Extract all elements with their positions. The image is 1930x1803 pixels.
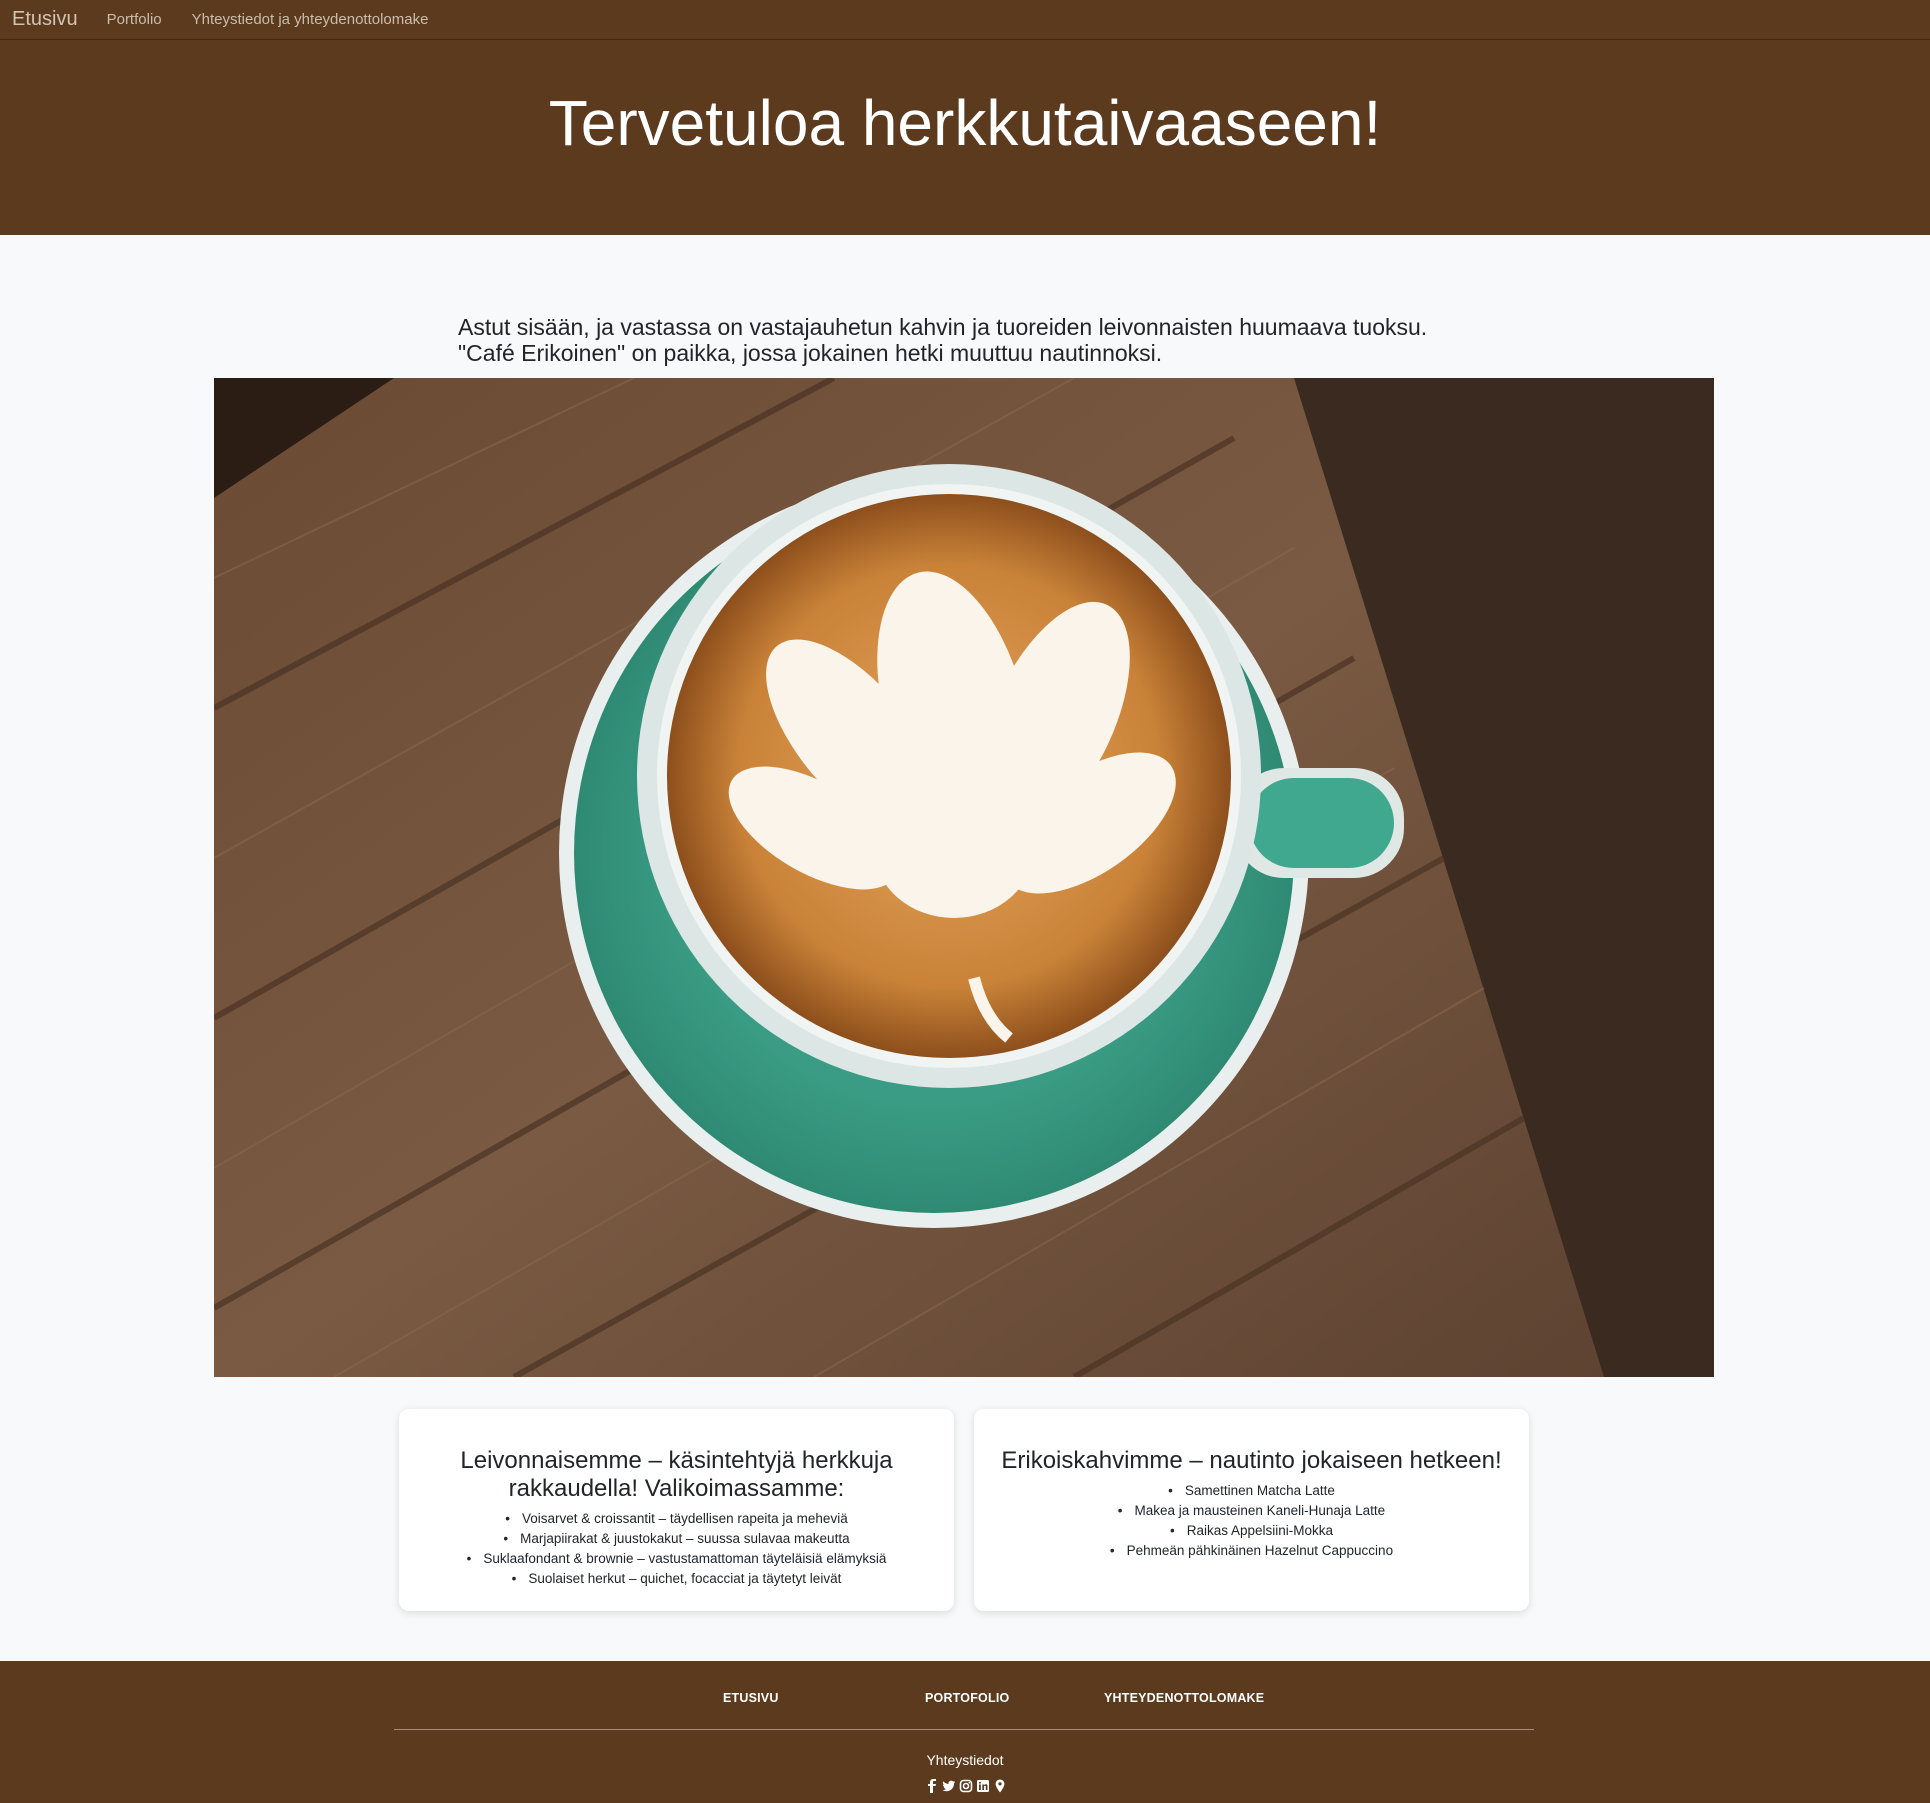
footer-contact-heading: Yhteystiedot (926, 1752, 1004, 1768)
footer-link-yhteydenottolomake[interactable]: YHTEYDENOTTOLOMAKE (1104, 1691, 1264, 1705)
footer-nav: ETUSIVU PORTOFOLIO YHTEYDENOTTOLOMAKE (0, 1691, 1930, 1711)
list-item: Raikas Appelsiini-Mokka (974, 1521, 1529, 1541)
pastries-card: Leivonnaisemme – käsintehtyjä herkkuja r… (399, 1409, 954, 1611)
list-item: Suolaiset herkut – quichet, focacciat ja… (399, 1569, 954, 1589)
nav-link-contact[interactable]: Yhteystiedot ja yhteydenottolomake (192, 11, 429, 28)
footer-link-etusivu[interactable]: ETUSIVU (723, 1691, 779, 1705)
nav-brand-etusivu[interactable]: Etusivu (12, 8, 78, 31)
linkedin-icon[interactable] (976, 1779, 990, 1793)
coffees-card: Erikoiskahvimme – nautinto jokaiseen het… (974, 1409, 1529, 1611)
footer-link-portofolio[interactable]: PORTOFOLIO (925, 1691, 1009, 1705)
social-icons (925, 1779, 1007, 1793)
nav-link-portfolio[interactable]: Portfolio (107, 11, 162, 28)
twitter-icon[interactable] (942, 1779, 956, 1793)
list-item: Pehmeän pähkinäinen Hazelnut Cappuccino (974, 1541, 1529, 1561)
intro-line-1: Astut sisään, ja vastassa on vastajauhet… (458, 314, 1428, 340)
list-item: Makea ja mausteinen Kaneli-Hunaja Latte (974, 1501, 1529, 1521)
footer-divider (394, 1729, 1534, 1730)
intro-text: Astut sisään, ja vastassa on vastajauhet… (458, 314, 1427, 366)
list-item: Marjapiirakat & juustokakut – suussa sul… (399, 1529, 954, 1549)
coffees-list: Samettinen Matcha Latte Makea ja maustei… (974, 1481, 1529, 1561)
list-item: Suklaafondant & brownie – vastustamattom… (399, 1549, 954, 1569)
list-item: Voisarvet & croissantit – täydellisen ra… (399, 1509, 954, 1529)
hero-header: Tervetuloa herkkutaivaaseen! (0, 40, 1930, 235)
page-title: Tervetuloa herkkutaivaaseen! (548, 86, 1382, 159)
facebook-icon[interactable] (925, 1779, 939, 1793)
list-item: Samettinen Matcha Latte (974, 1481, 1529, 1501)
pastries-card-title: Leivonnaisemme – käsintehtyjä herkkuja r… (460, 1447, 893, 1502)
hero-coffee-image (214, 378, 1714, 1377)
map-marker-icon[interactable] (993, 1779, 1007, 1793)
intro-line-2: "Café Erikoinen" on paikka, jossa jokain… (458, 340, 1163, 366)
pastries-list: Voisarvet & croissantit – täydellisen ra… (399, 1509, 954, 1589)
top-navbar: Etusivu Portfolio Yhteystiedot ja yhteyd… (0, 0, 1930, 40)
instagram-icon[interactable] (959, 1779, 973, 1793)
coffees-card-title: Erikoiskahvimme – nautinto jokaiseen het… (1001, 1447, 1502, 1474)
